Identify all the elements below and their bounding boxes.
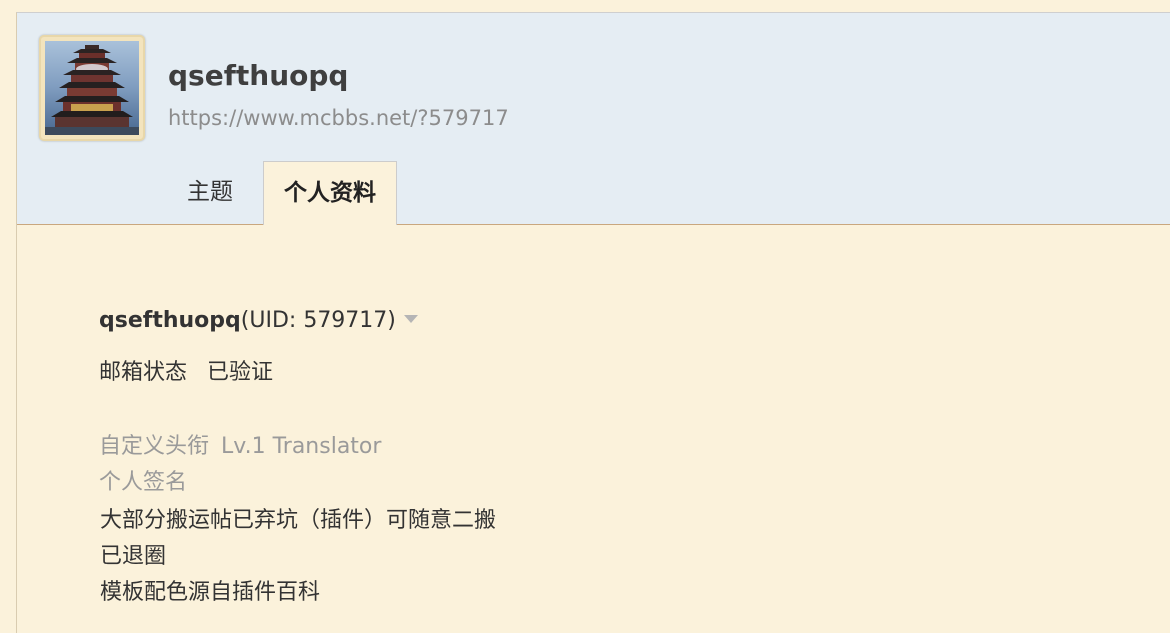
tab-topics[interactable]: 主题 — [167, 161, 253, 223]
profile-name: qsefthuopq — [99, 308, 241, 333]
avatar-image — [45, 41, 139, 135]
profile-frame: qsefthuopq https://www.mcbbs.net/?579717… — [16, 12, 1170, 633]
custom-title-label: 自定义头衔 — [99, 434, 210, 459]
pagoda-picture — [45, 41, 139, 135]
profile-username[interactable]: qsefthuopq — [168, 59, 348, 92]
avatar[interactable] — [39, 35, 145, 141]
profile-header: qsefthuopq https://www.mcbbs.net/?579717… — [17, 13, 1170, 225]
profile-url[interactable]: https://www.mcbbs.net/?579717 — [168, 106, 509, 130]
uid-text: (UID: 579717) — [240, 308, 396, 333]
email-status-value: 已验证 — [207, 360, 274, 385]
signature-line: 大部分搬运帖已弃坑（插件）可随意二搬 — [100, 508, 497, 533]
signature-line: 已退圈 — [100, 544, 167, 569]
email-status-label: 邮箱状态 — [99, 360, 188, 385]
signature-label: 个人签名 — [99, 470, 188, 495]
signature-line: 模板配色源自插件百科 — [100, 580, 321, 605]
uid-line: qsefthuopq(UID: 579717) — [99, 308, 418, 333]
chevron-down-icon[interactable] — [403, 315, 418, 323]
email-status-row: 邮箱状态 已验证 — [99, 354, 273, 386]
custom-title-value: Lv.1 Translator — [221, 434, 382, 459]
custom-title-row: 自定义头衔 Lv.1 Translator — [99, 428, 381, 460]
tab-profile[interactable]: 个人资料 — [263, 161, 397, 225]
